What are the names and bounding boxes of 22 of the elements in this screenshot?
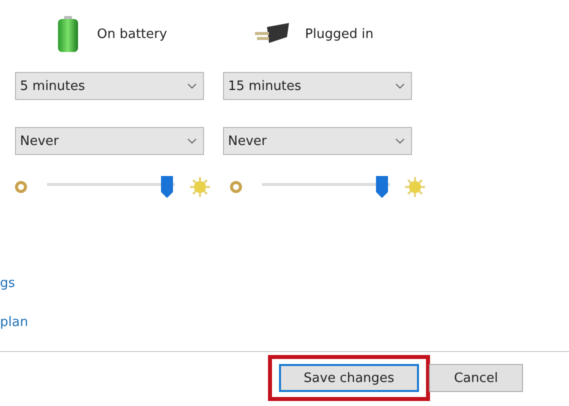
link[interactable]: gs xyxy=(0,274,28,293)
bright-sun-icon xyxy=(404,176,426,198)
dim-brightness-icon xyxy=(230,181,242,193)
plug-icon xyxy=(253,23,291,45)
dropdown[interactable]: 5 minutes xyxy=(15,72,204,100)
slider-thumb[interactable] xyxy=(375,175,390,199)
battery-icon xyxy=(55,15,81,53)
slider-thumb[interactable] xyxy=(160,175,174,199)
dim-brightness-icon xyxy=(15,181,27,193)
chevron-icon xyxy=(187,138,197,144)
chevron-icon xyxy=(395,138,405,144)
dropdown[interactable]: Never xyxy=(15,127,204,155)
column-heading: On battery xyxy=(97,26,168,42)
dropdown[interactable]: Never xyxy=(223,127,412,155)
bright-sun-icon xyxy=(189,176,211,198)
chevron-icon xyxy=(395,83,405,89)
dropdown[interactable]: 15 minutes xyxy=(223,72,412,100)
link[interactable]: plan xyxy=(0,313,28,332)
chevron-icon xyxy=(187,83,197,89)
dialog-button[interactable]: Cancel xyxy=(429,364,523,392)
column-heading: Plugged in xyxy=(305,26,374,42)
dialog-button[interactable]: Save changes xyxy=(279,364,419,392)
